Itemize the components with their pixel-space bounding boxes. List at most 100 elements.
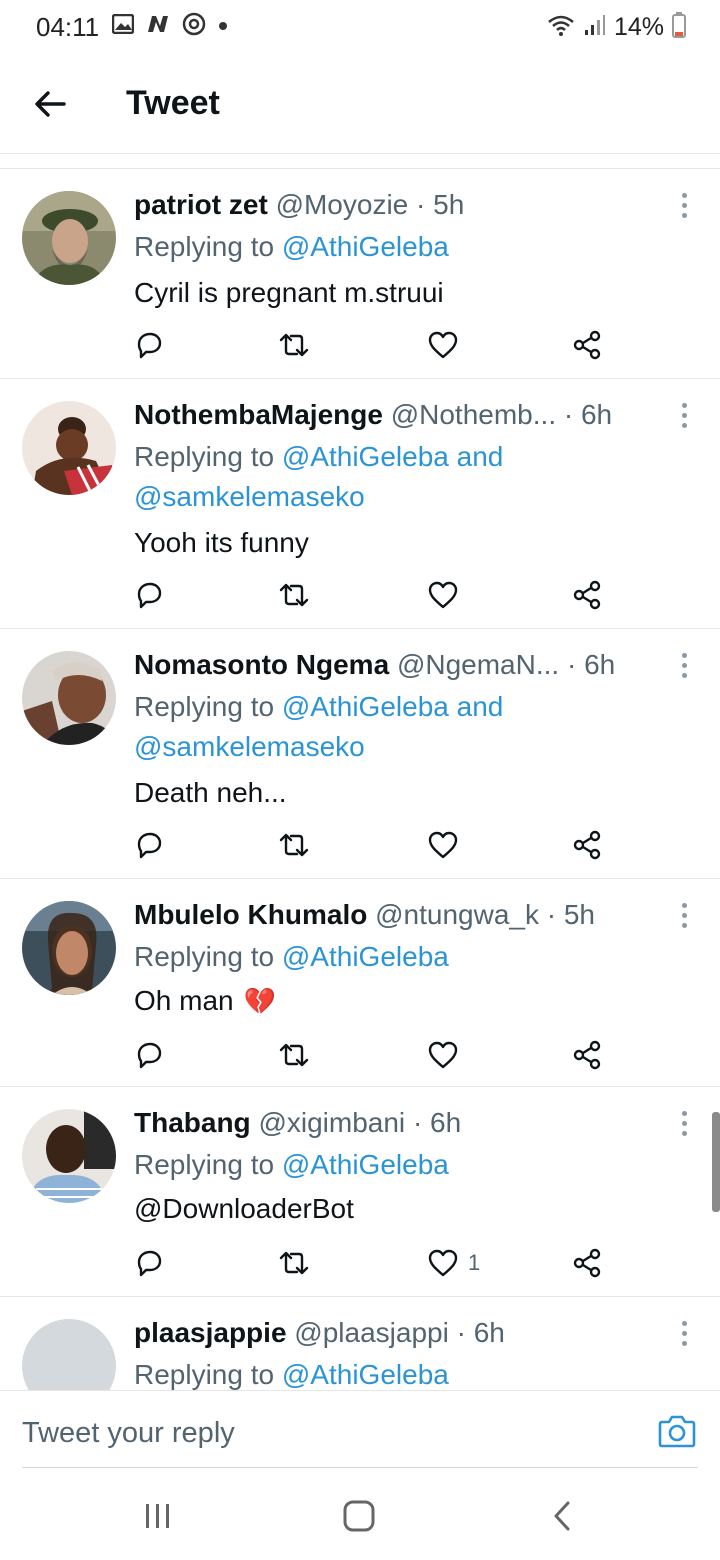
mention-link[interactable]: @samkelemaseko xyxy=(134,477,365,517)
reply-tweet[interactable]: patriot zet @Moyozie · 5h Replying to @A… xyxy=(0,169,720,379)
replying-to-line: Replying to @AthiGeleba xyxy=(134,1355,449,1390)
replying-to-line: Replying to @AthiGeleba xyxy=(134,937,449,977)
scrollbar[interactable] xyxy=(712,1112,720,1212)
reply-tweet[interactable]: NothembaMajenge @Nothemb... · 6h Replyin… xyxy=(0,379,720,629)
more-options-icon[interactable] xyxy=(670,647,698,683)
back-button[interactable] xyxy=(26,80,74,128)
back-icon xyxy=(554,1501,570,1531)
display-name[interactable]: Thabang xyxy=(134,1107,251,1138)
share-button[interactable] xyxy=(572,1243,602,1283)
retweet-button[interactable] xyxy=(278,1035,310,1075)
more-options-icon[interactable] xyxy=(670,397,698,433)
reply-button[interactable] xyxy=(134,1035,164,1075)
tweet-text-content: Oh man xyxy=(134,985,234,1016)
avatar[interactable] xyxy=(22,651,116,745)
replying-to-line: Replying to @AthiGeleba xyxy=(134,1145,449,1185)
home-button[interactable] xyxy=(337,1498,381,1534)
reply-tweet[interactable]: Mbulelo Khumalo @ntungwa_k · 5h Replying… xyxy=(0,879,720,1087)
retweet-button[interactable] xyxy=(278,575,310,615)
mention-link[interactable]: @AthiGeleba and xyxy=(282,691,503,722)
like-button[interactable] xyxy=(428,325,458,365)
heart-icon xyxy=(428,331,458,359)
reply-tweet[interactable]: Nomasonto Ngema @NgemaN... · 6h Replying… xyxy=(0,629,720,879)
like-button[interactable] xyxy=(428,1035,458,1075)
display-name[interactable]: plaasjappie xyxy=(134,1317,287,1348)
camera-button[interactable] xyxy=(658,1413,696,1449)
avatar[interactable] xyxy=(22,901,116,995)
share-icon xyxy=(573,1040,601,1070)
tweet-time: · 6h xyxy=(412,1107,462,1138)
reply-button[interactable] xyxy=(134,575,164,615)
like-button[interactable] xyxy=(428,825,458,865)
retweet-button[interactable] xyxy=(278,825,310,865)
share-button[interactable] xyxy=(572,1035,602,1075)
avatar[interactable] xyxy=(22,1319,116,1390)
reply-button[interactable] xyxy=(134,825,164,865)
camera-icon xyxy=(658,1415,696,1448)
heart-icon xyxy=(428,831,458,859)
reply-composer xyxy=(0,1390,720,1470)
share-icon xyxy=(573,1248,601,1278)
replying-to-label: Replying to xyxy=(134,231,282,262)
user-handle[interactable]: @Moyozie xyxy=(276,189,409,220)
display-name[interactable]: NothembaMajenge xyxy=(134,399,383,430)
more-options-icon[interactable] xyxy=(670,187,698,223)
user-handle[interactable]: @ntungwa_k xyxy=(375,899,539,930)
avatar[interactable] xyxy=(22,401,116,495)
avatar[interactable] xyxy=(22,1109,116,1203)
nav-back-button[interactable] xyxy=(540,1498,584,1534)
tweet-time: · 6h xyxy=(566,649,616,680)
tweet-header: Nomasonto Ngema @NgemaN... · 6h xyxy=(134,647,656,683)
tweet-header: NothembaMajenge @Nothemb... · 6h xyxy=(134,397,656,433)
share-button[interactable] xyxy=(572,325,602,365)
reply-button[interactable] xyxy=(134,1243,164,1283)
retweet-button[interactable] xyxy=(278,1243,310,1283)
tweet-actions xyxy=(134,325,614,365)
gallery-icon xyxy=(111,13,135,39)
retweet-icon xyxy=(279,833,309,857)
reply-button[interactable] xyxy=(134,325,164,365)
display-name[interactable]: patriot zet xyxy=(134,189,268,220)
tweet-text[interactable]: @DownloaderBot xyxy=(134,1189,354,1229)
more-options-icon[interactable] xyxy=(670,1315,698,1351)
reply-icon xyxy=(137,1042,162,1069)
reply-tweet[interactable]: plaasjappie @plaasjappi · 6h Replying to… xyxy=(0,1297,720,1390)
mention-link[interactable]: @AthiGeleba xyxy=(282,1359,449,1390)
retweet-icon xyxy=(279,583,309,607)
more-options-icon[interactable] xyxy=(670,1105,698,1141)
mention-link[interactable]: @AthiGeleba and xyxy=(282,441,503,472)
mention-link[interactable]: @samkelemaseko xyxy=(134,727,365,767)
user-handle[interactable]: @xigimbani xyxy=(258,1107,405,1138)
more-options-icon[interactable] xyxy=(670,897,698,933)
user-handle[interactable]: @plaasjappi xyxy=(294,1317,449,1348)
replying-to-label: Replying to xyxy=(134,1149,282,1180)
arrow-left-icon xyxy=(35,91,66,117)
retweet-icon xyxy=(279,333,309,357)
recents-icon xyxy=(146,1504,169,1528)
display-name[interactable]: Nomasonto Ngema xyxy=(134,649,389,680)
recents-button[interactable] xyxy=(136,1498,180,1534)
replying-to-line: Replying to @AthiGeleba and xyxy=(134,687,503,727)
tweet-time: · 5h xyxy=(416,189,465,220)
wifi-icon xyxy=(546,13,576,42)
reply-input[interactable] xyxy=(22,1411,622,1455)
reply-tweet[interactable]: Thabang @xigimbani · 6h Replying to @Ath… xyxy=(0,1087,720,1297)
user-handle[interactable]: @Nothemb... xyxy=(391,399,556,430)
share-button[interactable] xyxy=(572,575,602,615)
display-name[interactable]: Mbulelo Khumalo xyxy=(134,899,367,930)
share-button[interactable] xyxy=(572,825,602,865)
retweet-button[interactable] xyxy=(278,325,310,365)
like-count: 1 xyxy=(468,1250,481,1275)
reply-feed[interactable]: patriot zet @Moyozie · 5h Replying to @A… xyxy=(0,168,720,1390)
tweet-actions: 1 xyxy=(134,1243,614,1283)
user-handle[interactable]: @NgemaN... xyxy=(397,649,559,680)
replying-to-label: Replying to xyxy=(134,941,282,972)
like-button[interactable] xyxy=(428,575,458,615)
mention-link[interactable]: @AthiGeleba xyxy=(282,941,449,972)
share-icon xyxy=(573,830,601,860)
mention-link[interactable]: @AthiGeleba xyxy=(282,1149,449,1180)
mention-link[interactable]: @AthiGeleba xyxy=(282,231,449,262)
avatar[interactable] xyxy=(22,191,116,285)
signal-icon xyxy=(584,14,606,41)
like-button[interactable]: 1 xyxy=(428,1243,480,1283)
